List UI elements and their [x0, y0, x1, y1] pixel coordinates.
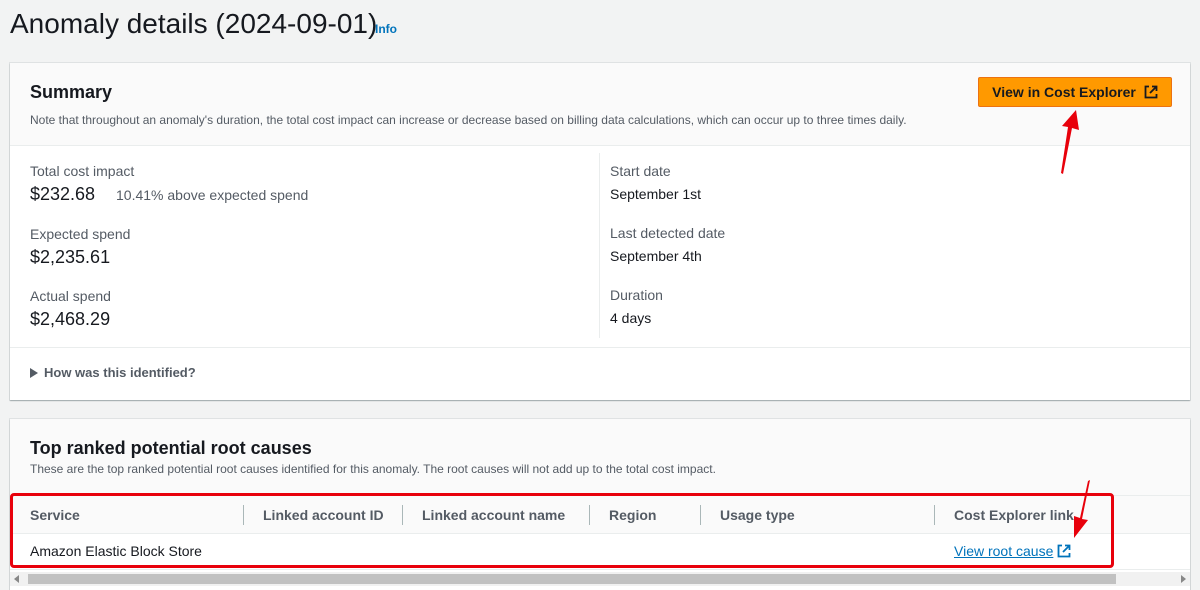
column-header-linked-account-id[interactable]: Linked account ID — [263, 507, 384, 523]
actual-spend-value: $2,468.29 — [30, 309, 111, 329]
column-resizer[interactable] — [934, 505, 935, 525]
column-header-cost-explorer-link[interactable]: Cost Explorer link — [954, 507, 1074, 523]
horizontal-scrollbar[interactable] — [10, 572, 1190, 586]
duration-value: 4 days — [610, 310, 652, 326]
column-divider — [599, 153, 600, 338]
actual-spend-label: Actual spend — [30, 288, 111, 304]
page-title: Anomaly details (2024-09-01) — [10, 8, 378, 39]
total-cost-impact-value: $232.68 — [30, 184, 96, 204]
column-header-service[interactable]: Service — [30, 507, 80, 523]
expected-spend-value: $2,235.61 — [30, 247, 111, 267]
column-header-usage-type[interactable]: Usage type — [720, 507, 795, 523]
last-detected-value: September 4th — [610, 248, 702, 264]
start-date-label: Start date — [610, 163, 671, 179]
column-resizer[interactable] — [402, 505, 403, 525]
view-root-cause-label: View root cause — [954, 543, 1054, 559]
summary-divider — [10, 347, 1190, 348]
view-root-cause-link[interactable]: View root cause — [954, 543, 1071, 559]
summary-title: Summary — [30, 82, 113, 102]
last-detected-label: Last detected date — [610, 225, 726, 241]
start-date-value: September 1st — [610, 186, 702, 202]
table-header: Service Linked account ID Linked account… — [10, 495, 1190, 534]
external-link-icon — [1144, 85, 1158, 99]
scroll-left-arrow-icon[interactable] — [14, 575, 19, 583]
cell-service: Amazon Elastic Block Store — [30, 543, 202, 559]
total-cost-impact-note: 10.41% above expected spend — [116, 187, 309, 203]
view-in-cost-explorer-button[interactable]: View in Cost Explorer — [978, 77, 1172, 107]
info-link[interactable]: Info — [375, 22, 397, 36]
table-row: Amazon Elastic Block Store View root cau… — [10, 533, 1190, 570]
how-identified-expander[interactable]: How was this identified? — [30, 365, 196, 380]
column-resizer[interactable] — [700, 505, 701, 525]
expected-spend-label: Expected spend — [30, 226, 131, 242]
view-in-cost-explorer-label: View in Cost Explorer — [992, 84, 1136, 100]
summary-panel: Summary Note that throughout an anomaly'… — [10, 63, 1190, 400]
scrollbar-thumb[interactable] — [28, 574, 1116, 584]
external-link-icon — [1057, 544, 1071, 558]
summary-description: Note that throughout an anomaly's durati… — [30, 113, 907, 127]
duration-label: Duration — [610, 287, 663, 303]
scroll-right-arrow-icon[interactable] — [1181, 575, 1186, 583]
root-causes-description: These are the top ranked potential root … — [30, 462, 716, 476]
root-causes-title: Top ranked potential root causes — [30, 438, 312, 458]
column-resizer[interactable] — [243, 505, 244, 525]
total-cost-impact-label: Total cost impact — [30, 163, 135, 179]
column-header-region[interactable]: Region — [609, 507, 656, 523]
column-resizer[interactable] — [589, 505, 590, 525]
column-header-linked-account-name[interactable]: Linked account name — [422, 507, 565, 523]
root-causes-panel: Top ranked potential root causes These a… — [10, 419, 1190, 590]
caret-right-icon — [30, 367, 38, 378]
how-identified-label: How was this identified? — [44, 365, 196, 380]
